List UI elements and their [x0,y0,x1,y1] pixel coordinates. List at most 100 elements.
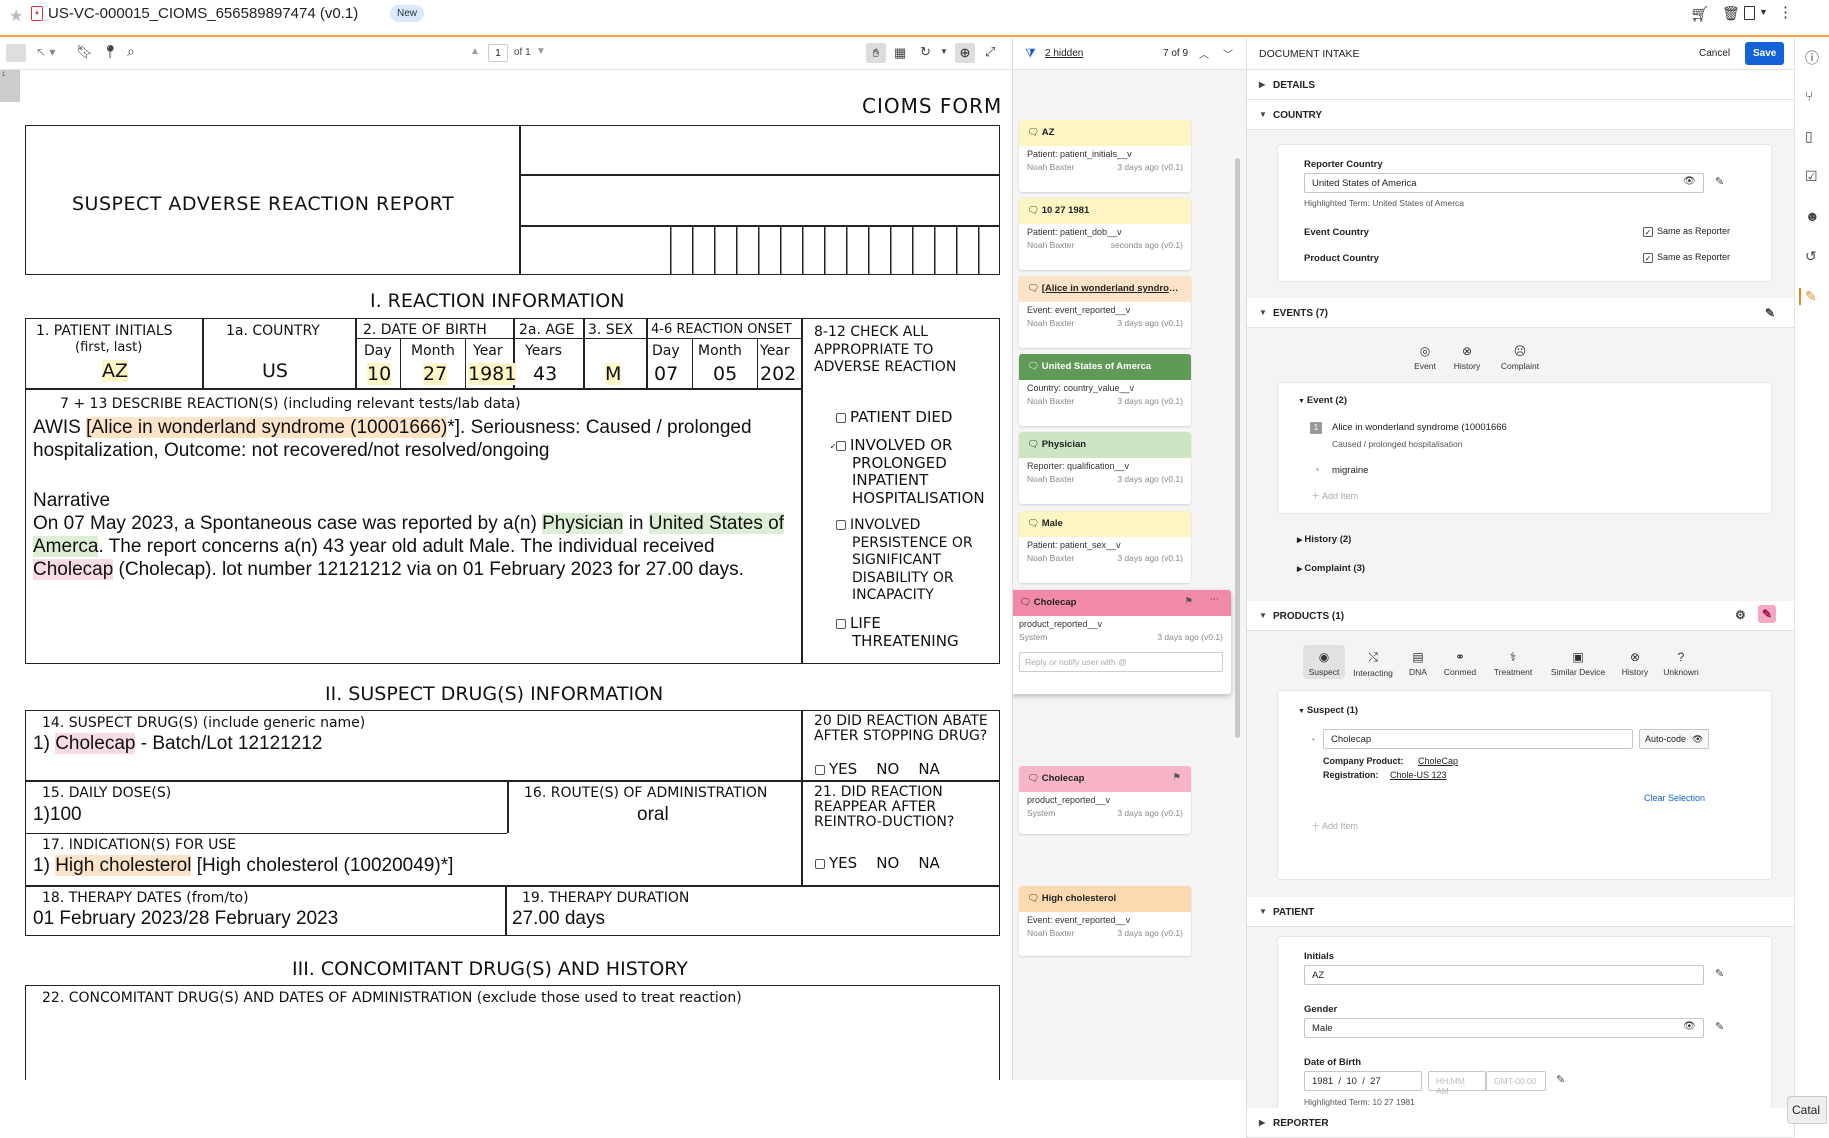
checklist-icon[interactable]: ☑ [1805,168,1818,185]
save-button[interactable]: Save [1745,42,1785,65]
field-20-options[interactable]: YES NO NA [815,760,940,778]
initials-input[interactable]: AZ [1304,965,1704,985]
clear-selection-link[interactable]: Clear Selection [1644,793,1705,803]
dob-time-input[interactable]: HH:MM AM [1428,1071,1486,1096]
edit-pencil-icon[interactable]: ✎ [1715,967,1724,980]
edit-pencil-icon[interactable]: ✎ [1765,306,1775,320]
checkbox-disability[interactable]: INVOLVED PERSISTENCE OR SIGNIFICANT DISA… [836,517,992,605]
events-tab-event[interactable]: ◎ Event [1405,344,1445,371]
suspect-group-header[interactable]: ▼ Suspect (1) [1298,705,1358,716]
products-tab-similar-device[interactable]: ▣ Similar Device [1543,650,1613,677]
binoculars-icon[interactable]: 👁︎ [1683,1021,1696,1032]
annotation-card[interactable]: 🗨︎ Cholecap ⚑ ⋯ product_reported__v System 3 … [1013,590,1231,694]
event-item-1[interactable]: Alice in wonderland syndrome (10001666 [1332,422,1507,433]
annotation-card[interactable]: 🗨︎ 10 27 1981 Patient: patient_dob__v Noah… [1019,198,1191,270]
edit-pencil-icon[interactable]: ✎ [1758,605,1776,623]
flag-icon[interactable]: ⚑ [1172,772,1181,783]
annotation-card[interactable]: 🗨︎ United States of Amerca Country: count… [1019,354,1191,426]
annotation-card[interactable]: 🗨︎ [Alice in wonderland syndrome (10... E… [1019,276,1191,348]
reply-input[interactable]: Reply or notify user with @ [1019,652,1223,672]
binoculars-icon[interactable]: 👁︎ [1683,176,1696,187]
history-icon[interactable]: ↺ [1805,248,1817,265]
autocode-button[interactable]: Auto-code 👁︎ [1639,729,1710,749]
company-product-value[interactable]: CholeCap [1418,756,1458,766]
checkbox-life-threatening[interactable]: LIFE THREATENING [836,614,986,650]
zoom-icon[interactable]: ⊕ [955,43,975,63]
events-tab-complaint[interactable]: ☹ Complaint [1495,344,1545,371]
chevron-down-icon[interactable]: ﹀ [1223,46,1233,61]
edit-pencil-icon[interactable]: ✎ [1715,175,1724,188]
page-thumbnail[interactable]: 1 [0,70,20,102]
rotate-icon[interactable]: ↻ [920,44,931,60]
registration-value[interactable]: Chole-US 123 [1390,770,1447,780]
grid-view-icon[interactable]: ▦ [894,45,906,61]
scrollbar[interactable] [1235,158,1240,738]
reporter-country-input[interactable]: United States of America [1304,173,1704,193]
filter-icon[interactable]: ⧩ [1025,46,1036,61]
hidden-count[interactable]: 2 hidden [1045,48,1083,59]
edit-pencil-icon[interactable]: ✎ [1556,1073,1565,1086]
annotation-card[interactable]: 🗨︎ AZ Patient: patient_initials__v Noah Ba… [1019,120,1191,192]
panel-toggle-icon[interactable] [6,44,26,62]
annotation-card[interactable]: 🗨︎ High cholesterol Event: event_reported… [1019,886,1191,956]
hand-tool-icon[interactable]: ✋︎ [866,43,886,63]
add-item-button[interactable]: ＋ Add Item [1311,489,1358,502]
star-icon[interactable]: ★ [9,6,23,26]
more-menu-icon[interactable]: ⋮ [1778,3,1793,21]
chevron-down-icon[interactable]: ▼ [940,47,948,56]
events-tab-history[interactable]: ⊗ History [1447,344,1487,371]
section-events[interactable]: ▼ EVENTS (7) ✎ [1247,298,1794,328]
cart-icon[interactable]: 🛒︎ [1690,5,1709,23]
section-patient[interactable]: ▼ PATIENT [1247,897,1794,927]
page-up-icon[interactable]: ▲ [470,46,480,57]
page-down-icon[interactable]: ▼ [536,46,546,57]
event-group-header[interactable]: ▼ Event (2) [1298,395,1347,406]
field-21-options[interactable]: YES NO NA [815,854,940,872]
complaint-group-header[interactable]: ▶ Complaint (3) [1297,563,1365,574]
products-tab-dna[interactable]: ▤ DNA [1401,650,1435,677]
fullscreen-icon[interactable]: ⤢ [985,44,995,60]
checkbox-patient-died[interactable]: PATIENT DIED [836,408,952,427]
chevron-down-icon[interactable]: ▼ [1759,7,1768,17]
more-options-icon[interactable]: ⋯ [1210,594,1220,605]
products-tab-interacting[interactable]: ⤭ Interacting [1347,650,1399,678]
products-tab-suspect[interactable]: ◉ Suspect [1303,650,1345,677]
page-number-input[interactable]: 1 [488,44,508,62]
document-action-icon[interactable] [1744,6,1755,20]
dob-date-input[interactable]: 1981 / 10 / 27 [1304,1071,1422,1091]
annotate-icon[interactable]: ✎ [1799,288,1817,305]
cancel-button[interactable]: Cancel [1699,48,1730,59]
edit-pencil-icon[interactable]: ✎ [1715,1020,1724,1033]
delete-icon[interactable]: 🗑︎ [1722,5,1740,22]
add-item-button[interactable]: ＋ Add Item [1311,819,1358,832]
bookmark-icon[interactable]: 🔖︎ [76,44,93,60]
products-tab-unknown[interactable]: ? Unknown [1657,650,1705,677]
document-icon[interactable]: ▯ [1805,128,1813,145]
chevron-up-icon[interactable]: ︿ [1199,46,1209,61]
annotation-card[interactable]: 🗨︎ Physician Reporter: qualification__v No… [1019,432,1191,504]
product-same-as-reporter-checkbox[interactable]: ✓ Same as Reporter [1643,252,1730,263]
flag-icon[interactable]: ⚑ [1184,596,1193,607]
info-icon[interactable]: ⓘ [1805,48,1819,68]
products-tab-conmed[interactable]: ⚭ Conmed [1437,650,1483,677]
checkbox-hospitalisation[interactable]: ✓ INVOLVED OR PROLONGED INPATIENT HOSPITA… [830,436,986,507]
select-tool-icon[interactable]: ↖ ▾ [36,45,55,59]
catalog-tab[interactable]: Catal [1787,1096,1827,1124]
event-item-2[interactable]: migraine [1332,465,1368,476]
products-tab-history[interactable]: ⊗ History [1615,650,1655,677]
section-details[interactable]: ▶ DETAILS [1247,70,1794,100]
dob-timezone-input[interactable]: GMT-00:00 [1486,1071,1546,1091]
location-pin-icon[interactable]: 📍︎ [102,44,119,60]
users-icon[interactable]: ☻ [1805,208,1820,224]
products-tab-treatment[interactable]: ⚕ Treatment [1485,650,1541,677]
section-country[interactable]: ▼ COUNTRY [1247,100,1794,130]
settings-icon[interactable]: ⚙ [1735,608,1746,622]
history-group-header[interactable]: ▶ History (2) [1297,534,1351,545]
annotation-card[interactable]: 🗨︎ Male Patient: patient_sex__v Noah Baxte… [1019,511,1191,583]
workflow-icon[interactable]: ⑂ [1805,88,1813,104]
section-reporter[interactable]: ▶ REPORTER [1247,1108,1794,1138]
annotation-card[interactable]: 🗨︎ Cholecap ⚑ product_reported__v System 3 d… [1019,766,1191,834]
event-same-as-reporter-checkbox[interactable]: ✓ Same as Reporter [1643,226,1730,237]
gender-input[interactable]: Male [1304,1018,1704,1038]
section-products[interactable]: ▼ PRODUCTS (1) ⚙ ✎ [1247,601,1794,631]
